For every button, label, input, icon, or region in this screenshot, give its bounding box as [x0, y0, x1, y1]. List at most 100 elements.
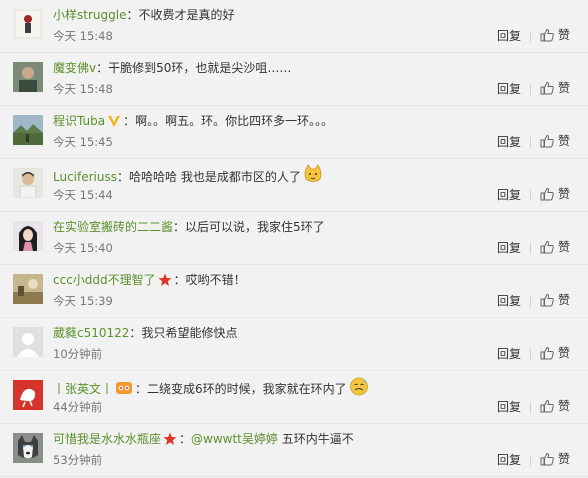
avatar[interactable]: [13, 327, 43, 357]
avatar[interactable]: [13, 380, 43, 410]
comment-time: 10分钟前: [53, 347, 103, 361]
red-star-badge-icon: [158, 273, 172, 290]
avatar[interactable]: [13, 274, 43, 304]
avatar[interactable]: [13, 62, 43, 92]
comment-line: Luciferiuss：哈哈哈哈 我也是成都市区的人了: [53, 164, 553, 184]
thumbs-up-icon: [540, 81, 554, 95]
mention-link[interactable]: @wwwtt吴婷婷: [191, 432, 278, 446]
comment-text: 我只希望能修快点: [141, 326, 238, 340]
thumbs-up-icon: [540, 452, 554, 466]
comment-line: 葳蕤c510122：我只希望能修快点: [53, 326, 238, 340]
reply-button[interactable]: 回复: [497, 399, 521, 415]
reply-button[interactable]: 回复: [497, 81, 521, 97]
comment-line: ccc小ddd不理智了 ：哎哟不错！: [53, 270, 553, 290]
reply-button[interactable]: 回复: [497, 134, 521, 150]
action-divider: [530, 190, 531, 201]
reply-button[interactable]: 回复: [497, 452, 521, 468]
default-avatar-icon: [13, 327, 43, 357]
sweat-face-emoji-icon: [349, 376, 369, 396]
comment-list: 小样struggle：不收费才是真的好 今天 15:48 回复 赞 魔变佛v：干…: [0, 0, 588, 478]
comment-text: 干脆修到50环，也就是尖沙咀……: [108, 61, 292, 75]
thumbs-up-icon: [540, 346, 554, 360]
avatar-photo-icon: [13, 62, 43, 92]
comment-time: 53分钟前: [53, 453, 103, 467]
avatar-figure-icon: [13, 9, 43, 39]
comment-time: 今天 15:40: [53, 241, 113, 255]
comment-time: 44分钟前: [53, 400, 103, 414]
reply-button[interactable]: 回复: [497, 28, 521, 44]
avatar[interactable]: [13, 168, 43, 198]
comment-time: 今天 15:48: [53, 29, 113, 43]
action-divider: [530, 243, 531, 254]
action-divider: [530, 455, 531, 466]
comment-line: 小样struggle：不收费才是真的好: [53, 8, 235, 22]
like-button[interactable]: 赞: [540, 79, 570, 97]
comment-text: 五环内牛逼不: [281, 432, 354, 446]
username-link[interactable]: 可惜我是水水水瓶座: [53, 432, 161, 446]
orange-badge-icon: [115, 380, 133, 396]
comment-text: 哈哈哈哈 我也是成都市区的人了: [129, 170, 301, 184]
red-star-badge-icon: [163, 432, 177, 449]
action-divider: [530, 349, 531, 360]
avatar-landscape-icon: [13, 115, 43, 145]
reply-button[interactable]: 回复: [497, 346, 521, 362]
username-link[interactable]: 小样struggle: [53, 8, 126, 22]
like-label: 赞: [558, 134, 571, 148]
username-link[interactable]: 魔变佛v: [53, 61, 96, 75]
comment-line: 程识Tuba ：啊。。啊五。环。你比四环多一环。。。: [53, 111, 553, 131]
like-label: 赞: [558, 187, 571, 201]
like-label: 赞: [558, 28, 571, 42]
reply-button[interactable]: 回复: [497, 240, 521, 256]
avatar-husky-icon: [13, 433, 43, 463]
username-link[interactable]: 葳蕤c510122: [53, 326, 129, 340]
like-button[interactable]: 赞: [540, 450, 570, 468]
like-label: 赞: [558, 346, 571, 360]
avatar[interactable]: [13, 221, 43, 251]
like-button[interactable]: 赞: [540, 26, 570, 44]
comment-item: ccc小ddd不理智了 ：哎哟不错！ 今天 15:39 回复 赞: [0, 265, 588, 318]
comment-line: 丨张英文丨 ：二绕变成6环的时候，我家就在环内了: [53, 376, 553, 396]
like-label: 赞: [558, 452, 571, 466]
thumbs-up-icon: [540, 134, 554, 148]
avatar[interactable]: [13, 433, 43, 463]
comment-time: 今天 15:45: [53, 135, 113, 149]
avatar[interactable]: [13, 9, 43, 39]
like-label: 赞: [558, 240, 571, 254]
username-link[interactable]: 丨张英文丨: [53, 382, 113, 396]
comment-item: 在实验室搬砖的二二酱：以后可以说，我家住5环了 今天 15:40 回复 赞: [0, 212, 588, 265]
reply-button[interactable]: 回复: [497, 293, 521, 309]
like-button[interactable]: 赞: [540, 238, 570, 256]
action-divider: [530, 296, 531, 307]
like-label: 赞: [558, 81, 571, 95]
comment-line: 魔变佛v：干脆修到50环，也就是尖沙咀……: [53, 61, 292, 75]
username-link[interactable]: 在实验室搬砖的二二酱: [53, 220, 173, 234]
comment-item: 程识Tuba ：啊。。啊五。环。你比四环多一环。。。 今天 15:45 回复 赞: [0, 106, 588, 159]
comment-time: 今天 15:44: [53, 188, 113, 202]
avatar[interactable]: [13, 115, 43, 145]
like-button[interactable]: 赞: [540, 344, 570, 362]
like-button[interactable]: 赞: [540, 132, 570, 150]
comment-time: 今天 15:39: [53, 294, 113, 308]
avatar-girl-icon: [13, 221, 43, 251]
comment-text: 以后可以说，我家住5环了: [185, 220, 325, 234]
like-button[interactable]: 赞: [540, 185, 570, 203]
cat-face-emoji-icon: [303, 164, 323, 184]
like-label: 赞: [558, 293, 571, 307]
vip-v-badge-icon: [107, 114, 121, 131]
comment-text: 啊。。啊五。环。你比四环多一环。。。: [135, 114, 334, 128]
action-divider: [530, 137, 531, 148]
comment-line: 可惜我是水水水瓶座 ：@wwwtt吴婷婷 五环内牛逼不: [53, 429, 553, 449]
reply-button[interactable]: 回复: [497, 187, 521, 203]
comment-text: 二绕变成6环的时候，我家就在环内了: [147, 382, 347, 396]
username-link[interactable]: 程识Tuba: [53, 114, 105, 128]
thumbs-up-icon: [540, 240, 554, 254]
username-link[interactable]: ccc小ddd不理智了: [53, 273, 156, 287]
comment-item: 可惜我是水水水瓶座 ：@wwwtt吴婷婷 五环内牛逼不 53分钟前 回复 赞: [0, 424, 588, 477]
comment-item: 魔变佛v：干脆修到50环，也就是尖沙咀…… 今天 15:48 回复 赞: [0, 53, 588, 106]
action-divider: [530, 402, 531, 413]
comment-text: 不收费才是真的好: [138, 8, 235, 22]
like-button[interactable]: 赞: [540, 291, 570, 309]
username-link[interactable]: Luciferiuss: [53, 170, 117, 184]
action-divider: [530, 31, 531, 42]
like-button[interactable]: 赞: [540, 397, 570, 415]
